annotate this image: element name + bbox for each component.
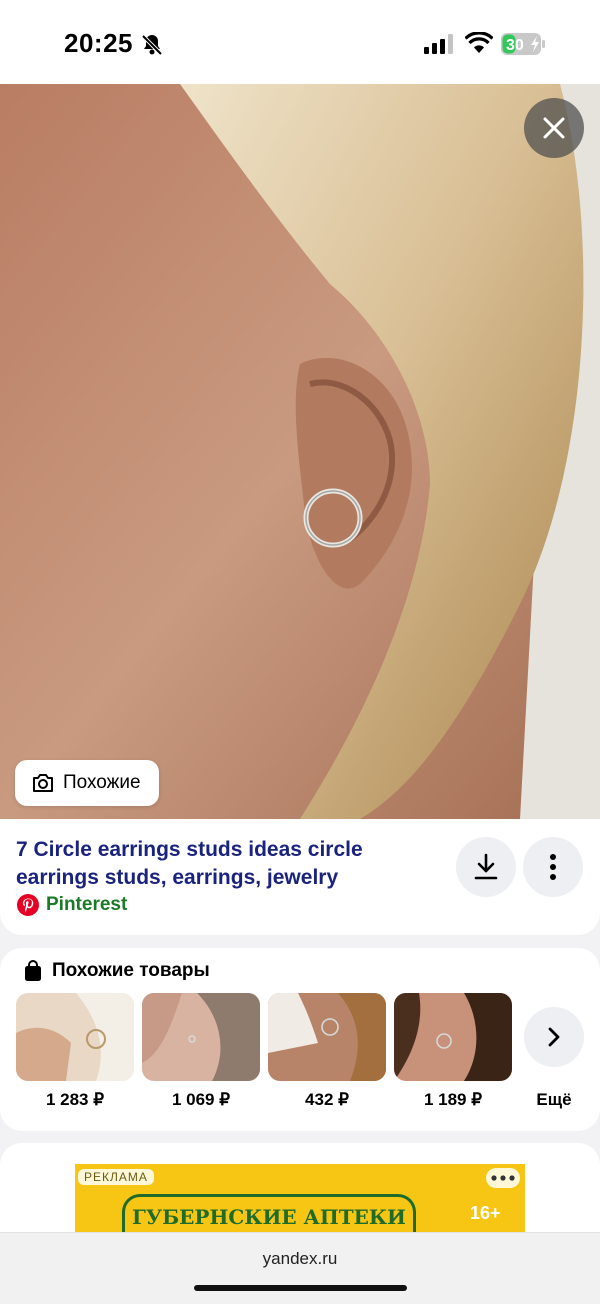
product-image [268,993,386,1081]
more-products-label[interactable]: Ещё [524,1090,584,1110]
product-card-3[interactable] [268,993,386,1081]
main-image[interactable] [0,84,600,819]
close-button[interactable] [524,98,584,158]
product-price-2: 1 069 ₽ [171,1090,231,1109]
product-price-3: 432 ₽ [305,1090,349,1109]
ad-age-rating: 16+ [470,1203,501,1223]
product-image [394,993,512,1081]
source-name: Pinterest [46,894,128,915]
silent-bell-icon [141,34,163,56]
more-products-button[interactable] [524,1007,584,1067]
product-card-4[interactable] [394,993,512,1081]
earring-photo [0,84,600,819]
battery-icon: 30 [501,33,545,55]
address-bar[interactable]: yandex.ru [0,1249,600,1269]
image-source-link[interactable]: Pinterest [16,893,127,917]
home-indicator[interactable] [194,1285,407,1291]
similar-products-header: Похожие товары [24,960,210,982]
product-card-1[interactable] [16,993,134,1081]
clock: 20:25 [64,28,133,58]
camera-search-icon [33,774,53,792]
product-image [142,993,260,1081]
similar-products-title: Похожие товары [52,960,210,981]
battery-percent: 30 [506,37,524,54]
more-options-button[interactable] [523,837,583,897]
ad-menu-button[interactable] [486,1168,520,1188]
ad-brand-text: ГУБЕРНСКИЕ АПТЕКИ [132,1205,406,1229]
similar-button-label: Похожие [63,772,141,793]
image-title[interactable]: 7 Circle earrings studs ideas circle ear… [16,836,436,892]
product-price-1: 1 283 ₽ [45,1090,105,1109]
horizontal-dots-icon [491,1175,515,1181]
similar-search-button[interactable]: Похожие [15,760,159,806]
ad-brand-logo: ГУБЕРНСКИЕ АПТЕКИ [122,1194,416,1237]
product-image [16,993,134,1081]
wifi-icon [465,32,493,53]
ad-label: РЕКЛАМА [78,1169,154,1185]
product-card-2[interactable] [142,993,260,1081]
chevron-right-icon [548,1027,560,1047]
cellular-signal-icon [424,34,453,54]
close-icon [543,117,565,139]
shopping-bag-icon [25,960,41,981]
download-icon [474,853,498,880]
status-bar: 20:25 30 [0,0,600,84]
download-button[interactable] [456,837,516,897]
vertical-dots-icon [550,854,556,880]
product-price-4: 1 189 ₽ [423,1090,483,1109]
pinterest-icon [17,894,39,916]
